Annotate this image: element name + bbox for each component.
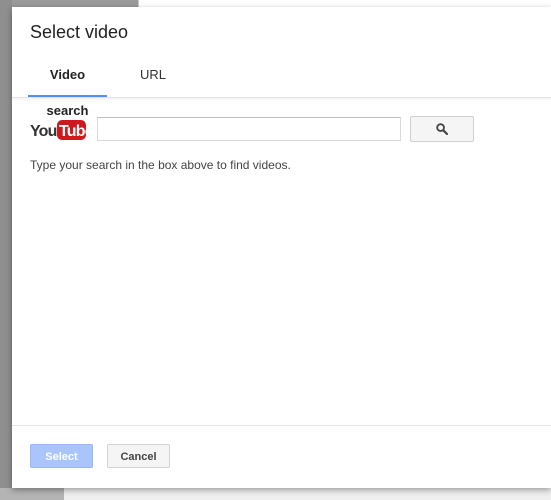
- tab-bar: Video search URL: [12, 57, 551, 118]
- select-button[interactable]: Select: [30, 444, 93, 468]
- dialog-title: Select video: [30, 22, 129, 42]
- footer-divider: [12, 425, 551, 426]
- cancel-button[interactable]: Cancel: [107, 444, 170, 468]
- video-search-input[interactable]: [97, 117, 401, 141]
- background-page-bottom-panel: [64, 488, 551, 500]
- select-video-dialog: Select video Video search URL You Tube T…: [12, 7, 551, 488]
- tab-video-search[interactable]: Video search: [28, 57, 107, 118]
- background-page-panel: [138, 0, 551, 7]
- search-icon: [436, 123, 448, 135]
- tab-url[interactable]: URL: [136, 57, 170, 95]
- search-hint: Type your search in the box above to fin…: [30, 158, 291, 172]
- svg-text:You: You: [30, 123, 57, 140]
- tab-divider: [12, 97, 551, 98]
- search-button[interactable]: [410, 116, 474, 142]
- youtube-logo: You Tube: [30, 120, 86, 140]
- background-page-left: [0, 0, 12, 500]
- svg-text:Tube: Tube: [59, 123, 86, 140]
